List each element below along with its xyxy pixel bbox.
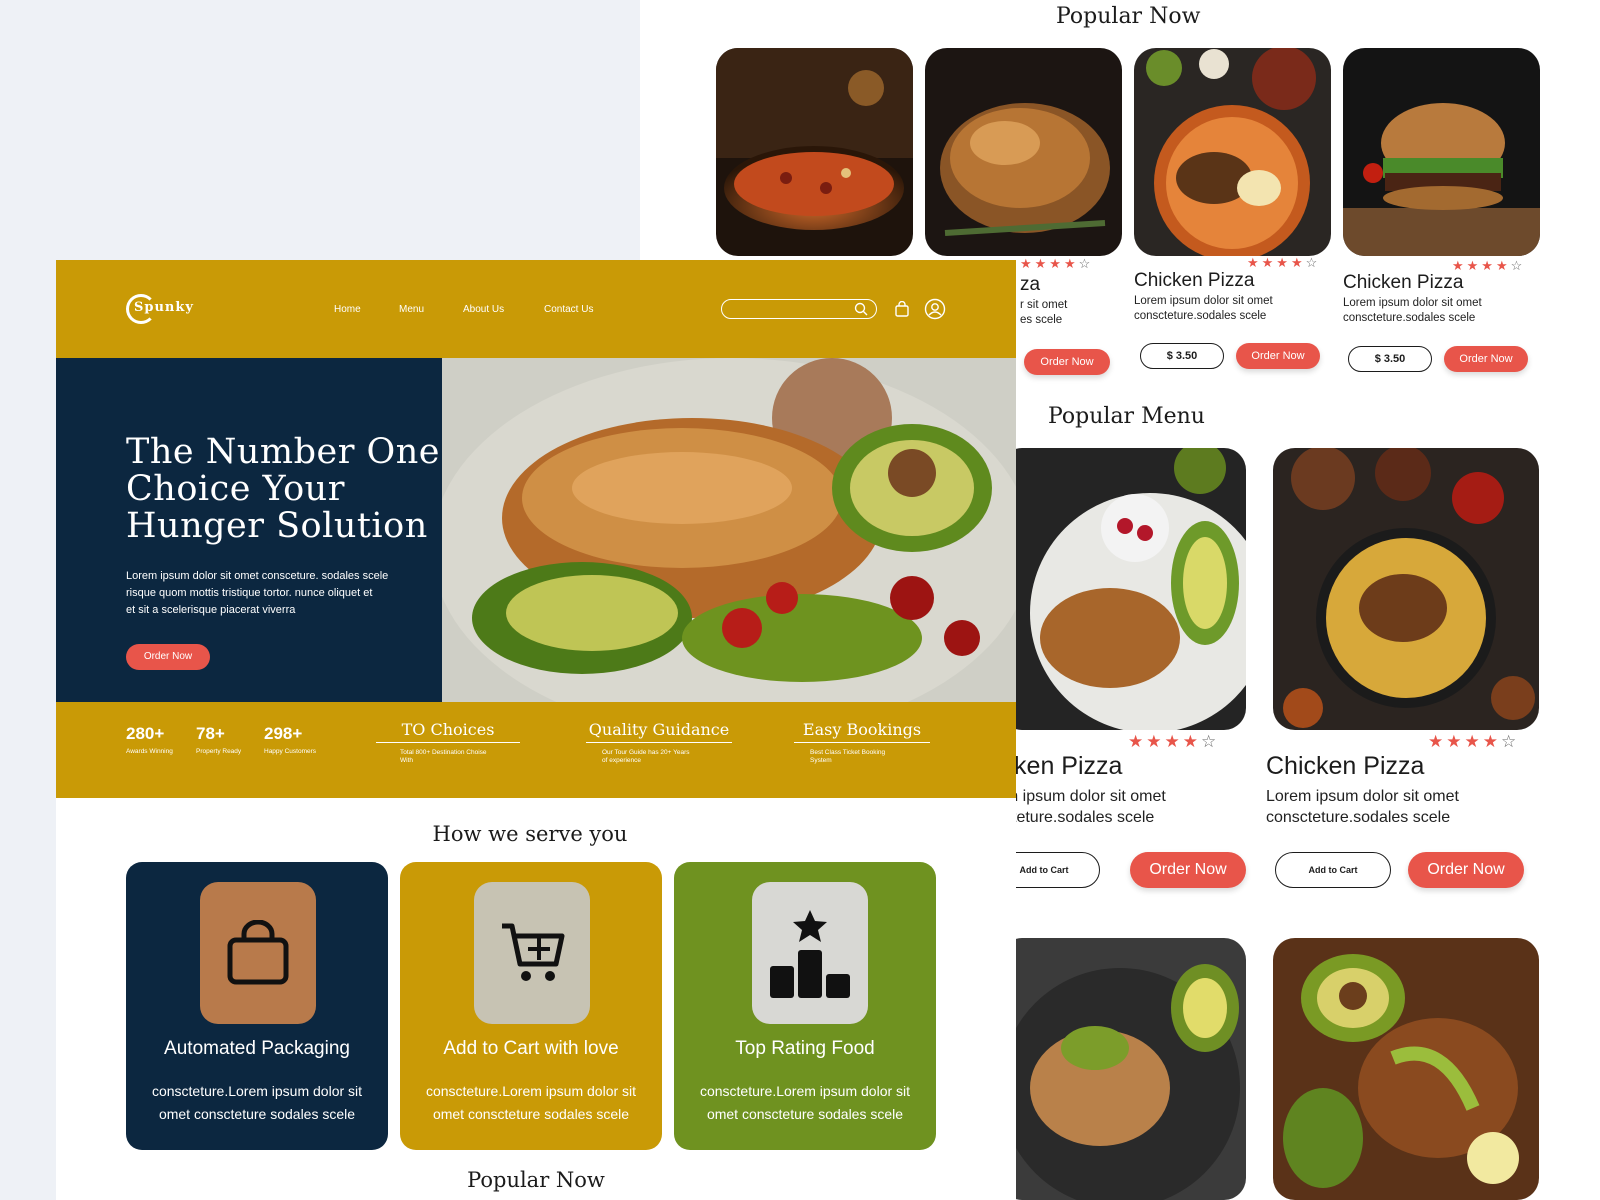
landing-page: Spunky Home Menu About Us Contact Us The… [56,260,1016,1200]
price-tag: $ 3.50 [1140,343,1224,369]
price-tag: $ 3.50 [1348,346,1432,372]
serve-card[interactable]: Automated Packaging conscteture.Lorem ip… [126,862,388,1150]
order-now-button[interactable]: Order Now [1130,852,1246,888]
feature-item: Easy Bookings Best Class Ticket Booking S… [794,720,930,765]
stat-item: 298+ Happy Customers [264,724,317,755]
hero-description: Lorem ipsum dolor sit omet consceture. s… [126,570,389,616]
serve-card[interactable]: Top Rating Food consctet​ure.Lorem ipsum… [674,862,936,1150]
chicken-bowl-photo [1134,48,1331,256]
serve-title: Add to Cart with love [443,1038,619,1059]
rating-stars: ★★★★☆ [1452,258,1526,273]
food-card-image[interactable] [716,48,913,256]
menu-card-image[interactable] [1000,938,1246,1200]
logo-text[interactable]: Spunky [134,300,194,315]
rating-stars: ★★★★☆ [1247,255,1321,270]
order-now-button[interactable]: Order Now [1444,346,1528,372]
menu-card-image[interactable] [1273,938,1539,1200]
hero-order-now-button[interactable]: Order Now [126,644,210,670]
cart-add-icon [502,923,565,981]
serve-title: Top Rating Food [735,1038,875,1059]
rating-stars: ★★★★☆ [1128,732,1220,751]
serve-desc: consctet​ure.Lorem ipsum dolor sit omet c… [425,1083,637,1122]
hero-chicken-photo [442,358,1016,702]
navbar: Spunky Home Menu About Us Contact Us [56,260,1016,358]
popular-now-heading: Popular Now [1056,4,1201,29]
serve-desc: consctet​ure.Lorem ipsum dolor sit omet c… [699,1083,911,1122]
card-title: Chicken Pizza [1266,752,1425,780]
serve-icon-tile [752,882,868,1024]
rating-stars: ★★★★☆ [1020,256,1094,271]
feature-item: Quality Guidance Our Tour Guide has 20+ … [586,720,732,765]
serve-title: Automated Packaging [164,1038,350,1059]
nav-about-us[interactable]: About Us [463,304,504,315]
serve-icon-tile [200,882,316,1024]
stat-item: 78+ Property Ready [196,724,242,755]
card-desc: Lorem ipsum dolor sit omet consctet​ure.s… [1343,297,1482,324]
search-input[interactable] [721,299,877,319]
roast-chicken-photo [925,48,1122,256]
stats-bar: 280+ Awards Winning 78+ Property Ready 2… [56,702,1016,798]
popular-menu-heading: Popular Menu [1048,404,1205,429]
order-now-button[interactable]: Order Now [1024,349,1110,375]
add-to-cart-button[interactable]: Add to Cart [1275,852,1391,888]
card-desc: Lorem ipsum dolor sit omet consctet​ure.s… [1134,295,1273,322]
chicken-avocado-board-photo [1273,938,1539,1200]
burger-photo [1343,48,1540,256]
serve-card[interactable]: Add to Cart with love consctet​ure.Lorem… [400,862,662,1150]
serve-heading: How we serve you [432,822,628,846]
order-now-button[interactable]: Order Now [1236,343,1320,369]
card-title: za [1020,274,1041,295]
serve-desc: conscteture.Lorem ipsum dolor sit omet co… [151,1083,363,1122]
menu-card-image[interactable] [1000,448,1246,730]
rating-stars: ★★★★☆ [1428,732,1520,751]
menu-card-image[interactable] [1273,448,1539,730]
food-card-image[interactable] [1134,48,1331,256]
hero-section: The Number One Choice Your Hunger Solution… [56,358,1016,702]
pizza-photo [716,48,913,256]
user-icon[interactable] [924,298,946,320]
nav-menu[interactable]: Menu [399,304,424,315]
chicken-avocado-plate-photo [1000,448,1246,730]
nav-contact-us[interactable]: Contact Us [544,304,593,315]
food-card-image[interactable] [1343,48,1540,256]
card-title: Chicken Pizza [1343,272,1464,293]
food-card-image[interactable] [925,48,1122,256]
hero-title: The Number One Choice Your Hunger Solution [126,432,441,546]
shopping-bag-icon [227,920,289,985]
serve-icon-tile [474,882,590,1024]
order-now-button[interactable]: Order Now [1408,852,1524,888]
card-desc: Lorem ipsum dolor sit omet consctet​ure.s… [1266,788,1459,826]
search-icon[interactable] [854,302,868,316]
feature-item: TO Choices Total 800+ Destination Choise… [376,720,520,765]
stat-item: 280+ Awards Winning [126,724,173,755]
nav-home[interactable]: Home [334,304,361,315]
card-title: Chicken Pizza [1134,270,1255,291]
card-desc: r sit omet es scele [1020,299,1068,326]
chicken-guacamole-photo [1000,938,1246,1200]
podium-star-icon [770,910,850,998]
bag-icon[interactable] [894,301,910,317]
popular-now-bottom-heading: Popular Now [467,1168,605,1192]
card-desc: em ipsum dolor sit omet sctet​ure.sodales… [996,788,1166,826]
chicken-rice-photo [1273,448,1539,730]
